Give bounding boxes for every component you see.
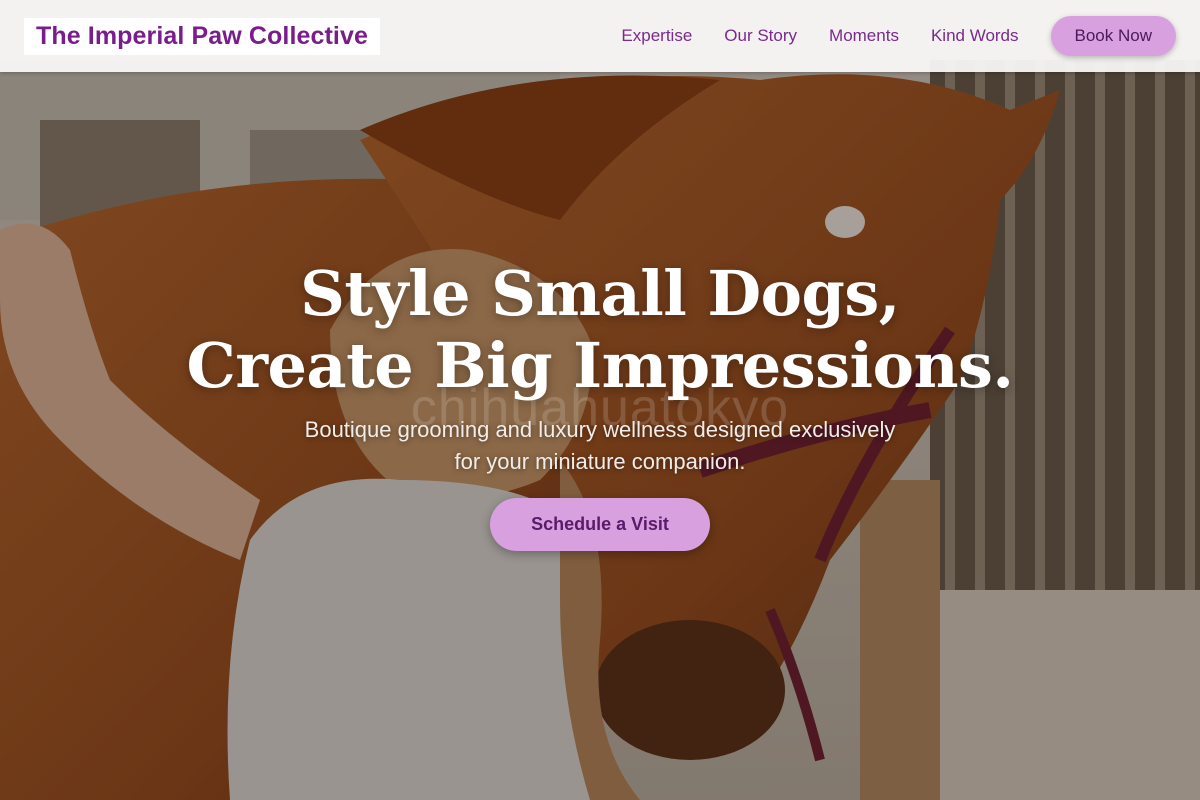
main-nav: Expertise Our Story Moments Kind Words B…: [621, 16, 1176, 56]
hero-section: Style Small Dogs, Create Big Impressions…: [0, 258, 1200, 551]
site-header: The Imperial Paw Collective Expertise Ou…: [0, 0, 1200, 72]
hero-subtitle: Boutique grooming and luxury wellness de…: [304, 417, 896, 474]
hero-headline-line-1: Style Small Dogs,: [300, 257, 900, 330]
nav-link-kind-words[interactable]: Kind Words: [931, 26, 1019, 46]
nav-link-expertise[interactable]: Expertise: [621, 26, 692, 46]
schedule-visit-button[interactable]: Schedule a Visit: [490, 498, 710, 551]
nav-link-moments[interactable]: Moments: [829, 26, 899, 46]
book-now-button[interactable]: Book Now: [1050, 16, 1176, 56]
hero-headline: Style Small Dogs, Create Big Impressions…: [186, 257, 1014, 402]
brand-logo-text[interactable]: The Imperial Paw Collective: [24, 17, 380, 55]
hero-headline-line-2: Create Big Impressions.: [186, 329, 1014, 402]
nav-link-our-story[interactable]: Our Story: [724, 26, 797, 46]
